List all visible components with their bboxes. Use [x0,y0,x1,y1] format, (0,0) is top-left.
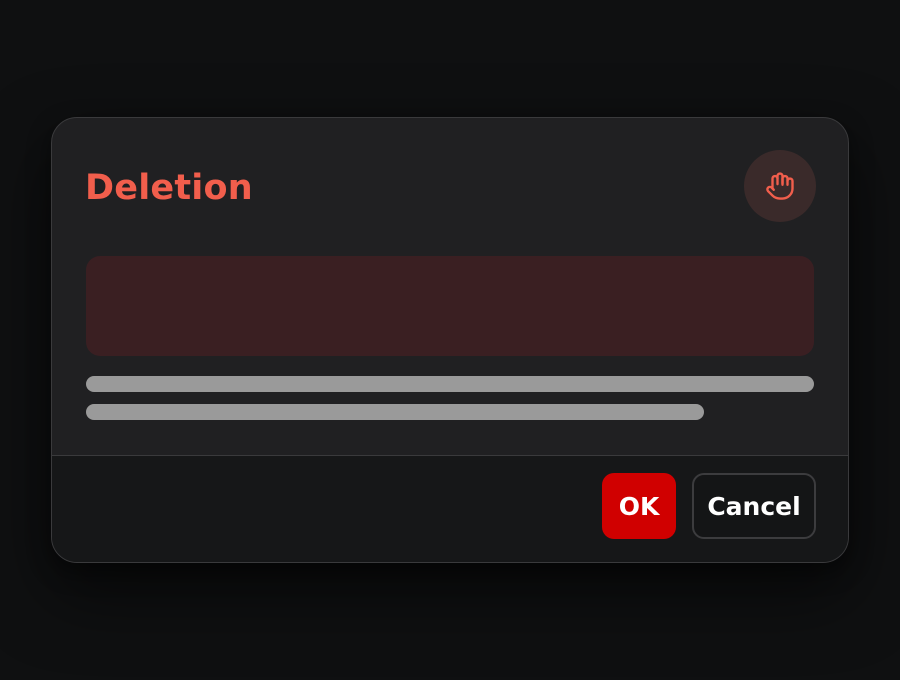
text-placeholder-line [86,404,704,420]
ok-button[interactable]: OK [602,473,676,539]
text-placeholder-line [86,376,814,392]
dialog-title: Deletion [85,168,253,208]
cancel-button[interactable]: Cancel [692,473,816,539]
deletion-dialog: Deletion OK Cancel [51,117,849,563]
message-panel [86,256,814,356]
hand-stop-icon [744,150,816,222]
dialog-footer: OK Cancel [52,455,848,562]
